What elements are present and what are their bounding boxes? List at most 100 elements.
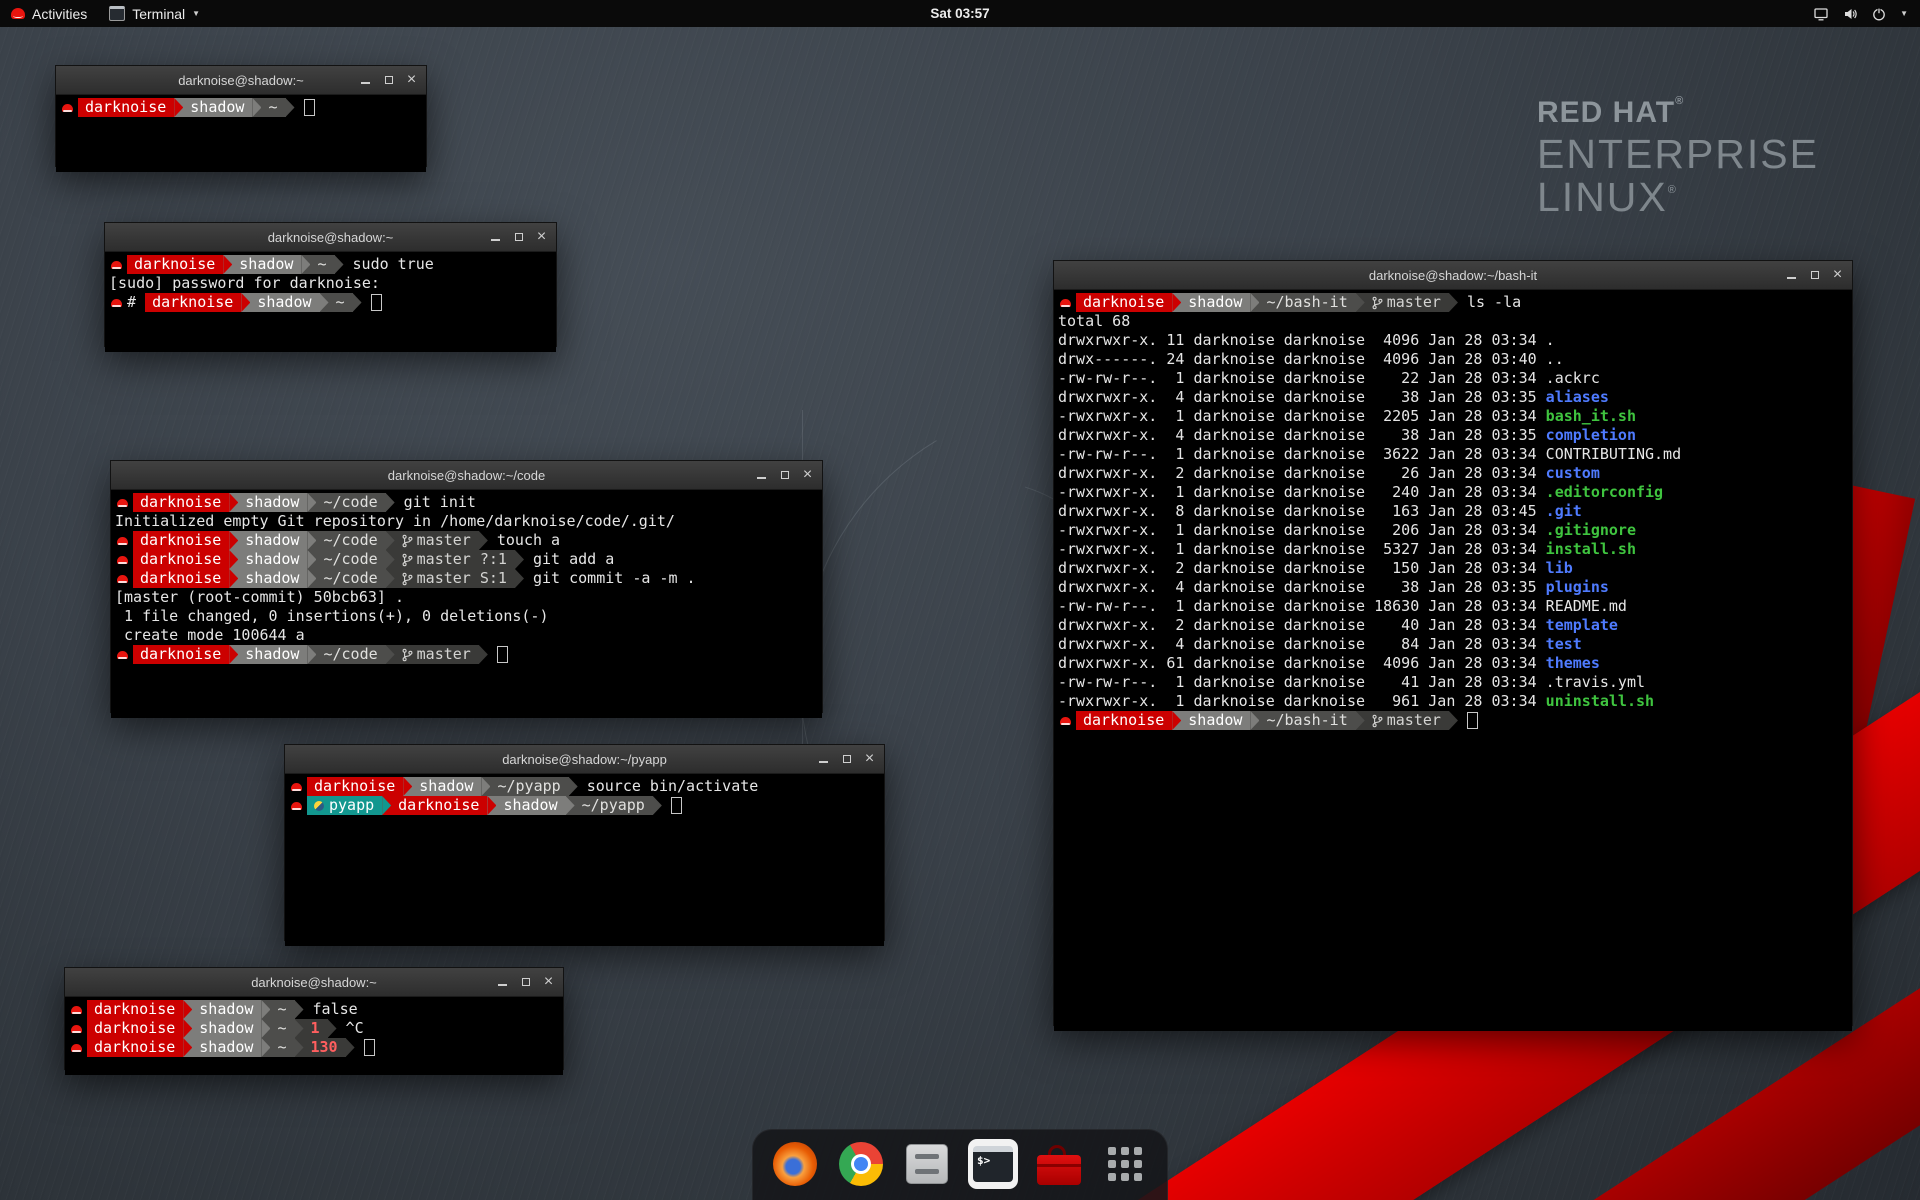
output-text: create mode 100644 a (115, 626, 305, 645)
output-text: 1 file changed, 0 insertions(+), 0 delet… (115, 607, 548, 626)
powerline-arrow-icon (223, 255, 232, 274)
terminal-content[interactable]: darknoiseshadow~ falsedarknoiseshadow~1 … (65, 997, 563, 1075)
window-titlebar[interactable]: darknoise@shadow:~/code × (111, 461, 822, 490)
powerline-arrow-icon (183, 1000, 192, 1019)
prompt-segment-exit: 130 (304, 1038, 346, 1057)
window-title: darknoise@shadow:~/code (111, 468, 822, 483)
prompt-segment-host: shadow (238, 569, 307, 588)
terminal-line: 1 file changed, 0 insertions(+), 0 delet… (115, 607, 818, 626)
maximize-button[interactable] (511, 223, 526, 251)
brand-linux-text: LINUX (1537, 174, 1668, 220)
terminal-line: -rwxrwxr-x. 1 darknoise darknoise 2205 J… (1058, 407, 1848, 426)
output-text: -rw-rw-r--. 1 darknoise darknoise 18630 … (1058, 597, 1627, 616)
dock: $> (752, 1129, 1168, 1200)
prompt-segment-path: ~/bash-it (1259, 711, 1355, 730)
powerline-arrow-icon (386, 531, 395, 550)
close-button[interactable]: × (541, 968, 556, 996)
prompt-segment-path: ~/pyapp (575, 796, 653, 815)
prompt-segment-user: darknoise (133, 531, 229, 550)
prompt-segment-path: ~ (310, 255, 334, 274)
output-text: drwxrwxr-x. 8 darknoise darknoise 163 Ja… (1058, 502, 1546, 521)
dock-chrome-button[interactable] (836, 1139, 886, 1189)
terminal-line: darknoiseshadow~ false (69, 1000, 559, 1019)
powerline-arrow-icon (301, 255, 310, 274)
minimize-button[interactable] (754, 461, 769, 489)
terminal-content[interactable]: darknoiseshadow~/bash-itmaster ls -latot… (1054, 290, 1852, 1031)
powerline-arrow-icon (183, 1019, 192, 1038)
prompt-segment-host: shadow (238, 531, 307, 550)
prompt-segment-path: ~ (270, 1000, 294, 1019)
dock-app-grid-button[interactable] (1100, 1139, 1150, 1189)
minimize-button[interactable] (1784, 261, 1799, 289)
window-titlebar[interactable]: darknoise@shadow:~ × (105, 223, 556, 252)
prompt-segment-host: shadow (192, 1019, 261, 1038)
redhat-logo-icon (11, 8, 25, 19)
app-menu-button[interactable]: Terminal ▼ (98, 0, 211, 27)
system-status-area[interactable]: ▼ (1801, 0, 1920, 27)
power-icon (1871, 6, 1887, 22)
terminal-line: Initialized empty Git repository in /hom… (115, 512, 818, 531)
minimize-button[interactable] (495, 968, 510, 996)
chrome-icon (839, 1142, 883, 1186)
window-titlebar[interactable]: darknoise@shadow:~/bash-it × (1054, 261, 1852, 290)
brand-redhat-text: RED HAT (1537, 96, 1675, 129)
powerline-arrow-icon (286, 98, 295, 117)
powerline-arrow-icon (479, 645, 488, 664)
prompt-segment-host: shadow (238, 550, 307, 569)
terminal-line: -rw-rw-r--. 1 darknoise darknoise 22 Jan… (1058, 369, 1848, 388)
terminal-content[interactable]: darknoiseshadow~/code git initInitialize… (111, 490, 822, 718)
powerline-arrow-icon (382, 796, 391, 815)
terminal-line: darknoiseshadow~ (60, 98, 422, 117)
window-title: darknoise@shadow:~/bash-it (1054, 268, 1852, 283)
prompt-segment-dir: custom (1546, 464, 1600, 483)
prompt-segment-exe: .editorconfig (1546, 483, 1663, 502)
dock-toolbox-button[interactable] (1034, 1139, 1084, 1189)
clock[interactable]: Sat 03:57 (930, 6, 989, 21)
registered-mark: ® (1675, 95, 1684, 107)
rhel-brand-logo: RED HAT® ENTERPRISE LINUX® (1537, 96, 1819, 219)
minimize-button[interactable] (816, 745, 831, 773)
output-text: -rw-rw-r--. 1 darknoise darknoise 41 Jan… (1058, 673, 1645, 692)
terminal-content[interactable]: darknoiseshadow~/pyapp source bin/activa… (285, 774, 884, 946)
prompt-segment-dir: template (1546, 616, 1618, 635)
window-titlebar[interactable]: darknoise@shadow:~ × (65, 968, 563, 997)
close-button[interactable]: × (534, 223, 549, 251)
maximize-button[interactable] (1807, 261, 1822, 289)
powerline-arrow-icon (1356, 293, 1365, 312)
powerline-arrow-icon (261, 1019, 270, 1038)
activities-button[interactable]: Activities (0, 0, 98, 27)
close-button[interactable]: × (404, 66, 419, 94)
close-button[interactable]: × (800, 461, 815, 489)
prompt-segment-git: master S:1 (395, 569, 515, 588)
redhat-prompt-icon (69, 1019, 87, 1038)
display-icon (1813, 6, 1829, 22)
output-text: drwxrwxr-x. 2 darknoise darknoise 40 Jan… (1058, 616, 1546, 635)
terminal-window-sudo: darknoise@shadow:~ × darknoiseshadow~ su… (104, 222, 557, 347)
close-button[interactable]: × (1830, 261, 1845, 289)
prompt-segment-dir: plugins (1546, 578, 1609, 597)
terminal-content[interactable]: darknoiseshadow~ (56, 95, 426, 172)
minimize-button[interactable] (358, 66, 373, 94)
window-titlebar[interactable]: darknoise@shadow:~/pyapp × (285, 745, 884, 774)
powerline-arrow-icon (328, 1019, 337, 1038)
dock-firefox-button[interactable] (770, 1139, 820, 1189)
powerline-arrow-icon (1172, 711, 1181, 730)
minimize-button[interactable] (488, 223, 503, 251)
close-button[interactable]: × (862, 745, 877, 773)
dock-files-button[interactable] (902, 1139, 952, 1189)
maximize-button[interactable] (518, 968, 533, 996)
redhat-prompt-icon (1058, 711, 1076, 730)
prompt-segment-user: darknoise (1076, 711, 1172, 730)
maximize-button[interactable] (381, 66, 396, 94)
prompt-segment-path: ~/code (316, 645, 385, 664)
prompt-segment-git: master (395, 645, 479, 664)
maximize-button[interactable] (839, 745, 854, 773)
output-text: [sudo] password for darknoise: (109, 274, 380, 293)
prompt-segment-path: ~ (261, 98, 285, 117)
dock-terminal-button[interactable]: $> (968, 1139, 1018, 1189)
maximize-button[interactable] (777, 461, 792, 489)
output-text: drwxrwxr-x. 4 darknoise darknoise 38 Jan… (1058, 388, 1546, 407)
prompt-segment-git: master (395, 531, 479, 550)
terminal-content[interactable]: darknoiseshadow~ sudo true[sudo] passwor… (105, 252, 556, 352)
window-titlebar[interactable]: darknoise@shadow:~ × (56, 66, 426, 95)
